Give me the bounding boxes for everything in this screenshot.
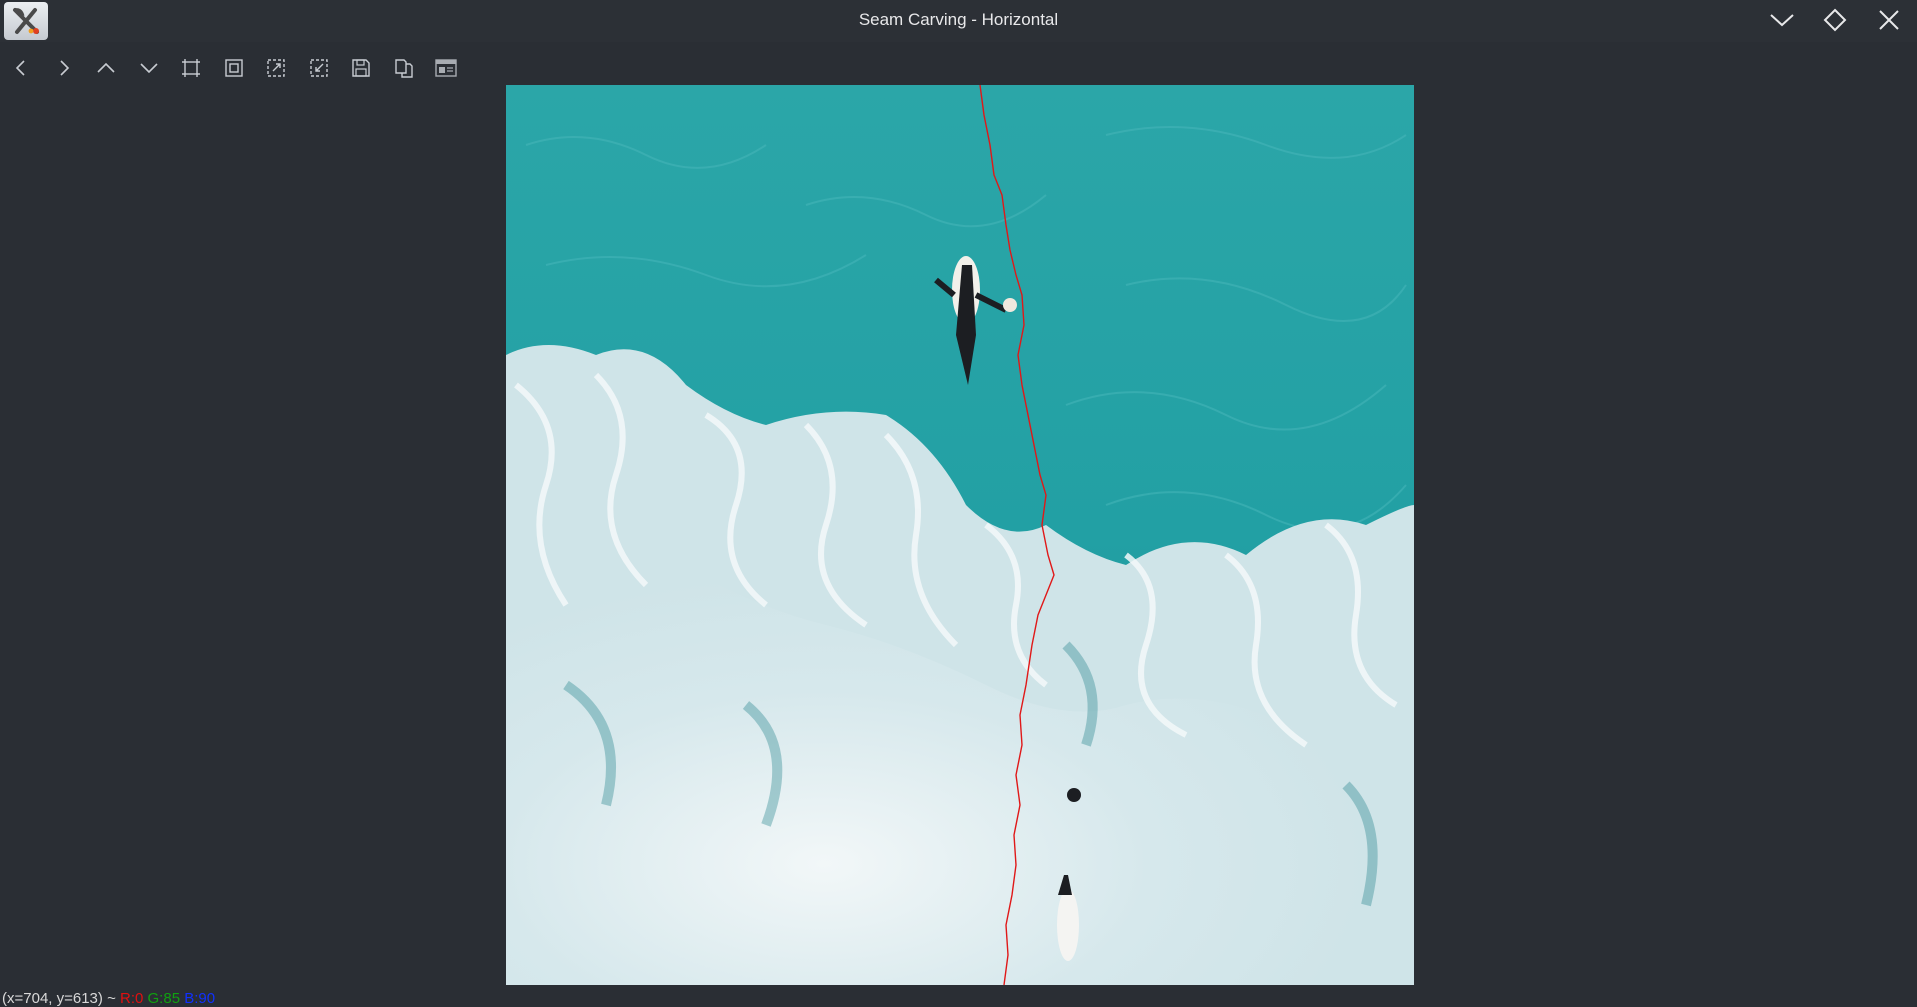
pan-right-button[interactable] [43,50,86,86]
opencv-image-window: Seam Carving - Horizontal (x=704, y=613)… [0,0,1917,1007]
zoom-fit-button[interactable] [213,50,256,86]
window-title: Seam Carving - Horizontal [858,10,1059,29]
surf-photo [506,85,1414,985]
save-button[interactable] [340,50,383,86]
minimize-icon [1770,14,1794,27]
copy-button[interactable] [383,50,426,86]
copy-icon [395,59,413,78]
pixel-green-value: G:85 [147,990,181,1007]
chevron-right-icon [60,60,69,76]
title-bar[interactable]: Seam Carving - Horizontal [0,0,1917,42]
pan-down-button[interactable] [128,50,171,86]
pixel-red-value: R:0 [120,990,144,1007]
properties-button[interactable] [425,50,468,86]
zoom-out-button[interactable] [298,50,341,86]
minimize-button[interactable] [1766,6,1798,34]
properties-icon [435,59,457,77]
cursor-coords: (x=704, y=613) ~ [2,990,116,1007]
toolbar [0,50,468,86]
zoom-out-icon [310,59,328,77]
zoom-in-icon [267,59,285,77]
pan-up-button[interactable] [85,50,128,86]
zoom-original-icon [182,59,201,77]
chevron-down-icon [140,63,158,74]
zoom-original-button[interactable] [170,50,213,86]
image-canvas[interactable] [506,85,1414,985]
chevron-left-icon [16,60,25,76]
close-icon [1879,10,1899,30]
pan-left-button[interactable] [0,50,43,86]
close-button[interactable] [1873,6,1905,34]
maximize-icon [1823,8,1847,32]
chevron-up-icon [97,62,115,73]
zoom-fit-icon [225,59,243,77]
zoom-in-button[interactable] [255,50,298,86]
pixel-blue-value: B:90 [184,990,216,1007]
maximize-button[interactable] [1819,6,1851,34]
save-icon [352,59,370,77]
status-bar: (x=704, y=613) ~ R:0 G:85 B:90 [2,990,215,1007]
